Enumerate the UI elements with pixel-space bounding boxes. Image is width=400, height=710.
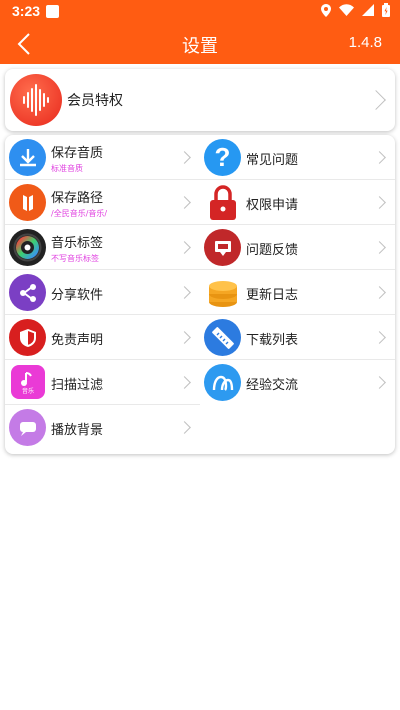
music-note-icon: 音乐: [11, 365, 45, 399]
item-subtitle: 不写音乐标签: [51, 254, 99, 263]
item-label: 分享软件: [51, 288, 104, 303]
item-label: 下载列表: [246, 333, 299, 348]
item-subtitle: /全民音乐/音乐/: [51, 209, 108, 218]
battery-icon: [382, 3, 390, 17]
menu-item-save-path[interactable]: 保存路径 /全民音乐/音乐/: [5, 180, 200, 225]
item-label: 经验交流: [246, 378, 299, 393]
share-icon: [9, 274, 46, 311]
menu-item-disclaimer[interactable]: 免责声明: [5, 315, 200, 360]
item-label: 更新日志: [246, 288, 299, 303]
status-icons: [321, 3, 390, 17]
location-icon: [321, 3, 331, 17]
item-label: 权限申请: [246, 198, 299, 213]
download-icon: [9, 139, 46, 176]
folder-path-icon: [9, 184, 46, 221]
icon-caption: 音乐: [21, 387, 34, 395]
chevron-right-icon: [178, 286, 191, 299]
chevron-right-icon: [178, 421, 191, 434]
item-label: 扫描过滤: [51, 378, 104, 393]
chevron-right-icon: [178, 241, 191, 254]
wifi-icon: [339, 4, 354, 16]
menu-item-faq[interactable]: ? 常见问题: [200, 135, 395, 180]
item-label: 保存路径: [51, 191, 104, 206]
chevron-right-icon: [178, 196, 191, 209]
item-subtitle: 标准音质: [51, 164, 83, 173]
shield-icon: [9, 319, 46, 356]
item-label: 问题反馈: [246, 243, 299, 258]
chevron-right-icon: [178, 376, 191, 389]
item-label: 常见问题: [246, 153, 299, 168]
vip-label: 会员特权: [67, 93, 123, 109]
signal-icon: [362, 4, 374, 16]
app-bar: 设置 1.4.8: [0, 24, 400, 64]
menu-item-permissions[interactable]: 权限申请: [200, 180, 395, 225]
menu-item-play-background[interactable]: 播放背景: [5, 405, 200, 450]
menu-item-music-tags[interactable]: 音乐标签 不写音乐标签: [5, 225, 200, 270]
ruler-icon: [204, 319, 241, 356]
chevron-right-icon: [178, 331, 191, 344]
coins-icon: [204, 274, 241, 311]
menu-item-changelog[interactable]: 更新日志: [200, 270, 395, 315]
chevron-right-icon: [373, 196, 386, 209]
vinyl-icon: [9, 229, 46, 266]
chevron-right-icon: [366, 90, 386, 110]
menu-item-feedback[interactable]: 问题反馈: [200, 225, 395, 270]
sound-wave-icon: [10, 74, 62, 126]
menu-item-audio-quality[interactable]: 保存音质 标准音质: [5, 135, 200, 180]
menu-item-download-list[interactable]: 下载列表: [200, 315, 395, 360]
item-label: 保存音质: [51, 146, 104, 161]
lock-icon: [204, 184, 241, 221]
menu-item-share-app[interactable]: 分享软件: [5, 270, 200, 315]
item-label: 免责声明: [51, 333, 104, 348]
qq-icon: [204, 364, 241, 401]
chevron-right-icon: [373, 376, 386, 389]
chevron-right-icon: [178, 151, 191, 164]
vip-privileges-card[interactable]: 会员特权: [5, 69, 395, 131]
chevron-right-icon: [373, 151, 386, 164]
item-label: 播放背景: [51, 423, 104, 438]
item-label: 音乐标签: [51, 236, 104, 251]
question-icon: ?: [204, 139, 241, 176]
notification-icon: [46, 5, 59, 18]
chevron-right-icon: [373, 331, 386, 344]
chevron-right-icon: [373, 241, 386, 254]
menu-item-scan-filter[interactable]: 音乐 扫描过滤: [5, 360, 200, 405]
feedback-icon: [204, 229, 241, 266]
page-title: 设置: [182, 36, 218, 57]
status-time: 3:23: [12, 3, 41, 19]
version-label: 1.4.8: [348, 34, 382, 51]
menu-item-community[interactable]: 经验交流: [200, 360, 395, 405]
chat-bubble-icon: [9, 409, 46, 446]
chevron-right-icon: [373, 286, 386, 299]
status-bar: 3:23: [0, 0, 400, 24]
settings-menu: 保存音质 标准音质 ? 常见问题 保存路径 /全民音乐/音乐/ 权限申请 音乐标…: [5, 135, 395, 454]
